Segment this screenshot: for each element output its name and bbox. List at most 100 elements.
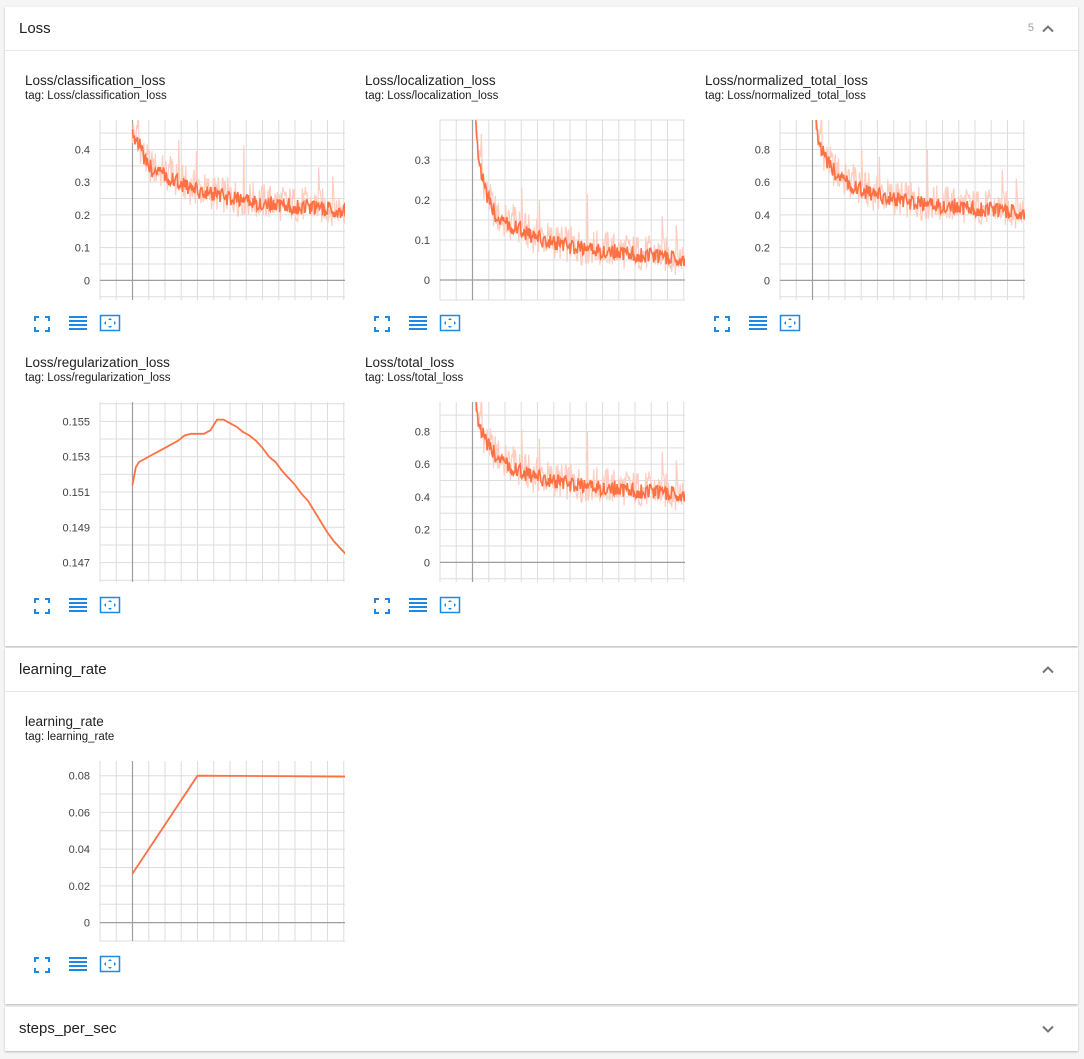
log-scale-icon[interactable] bbox=[747, 313, 769, 333]
chart-card: Loss/regularization_loss tag: Loss/regula… bbox=[5, 355, 345, 635]
tag-value: Loss/localization_loss bbox=[387, 90, 499, 102]
learning-rate-section-header[interactable]: learning_rate bbox=[5, 648, 1078, 692]
chart-title: Loss/total_loss bbox=[365, 355, 455, 370]
loss-section: Loss 5 Loss/classification_loss tag: Loss… bbox=[5, 7, 1078, 646]
section-title: learning_rate bbox=[19, 661, 107, 678]
y-tick-label: 0.153 bbox=[62, 452, 90, 464]
steps-per-sec-section-header[interactable]: steps_per_sec bbox=[5, 1007, 1078, 1051]
series-group bbox=[131, 774, 345, 875]
raw-series-line bbox=[475, 122, 685, 275]
tag-label: tag: bbox=[365, 90, 385, 102]
log-scale-icon[interactable] bbox=[67, 313, 89, 333]
chevron-up-icon[interactable] bbox=[1040, 21, 1056, 37]
tag-value: learning_rate bbox=[47, 731, 115, 743]
series-line bbox=[131, 774, 345, 875]
y-tick-label: 0.04 bbox=[69, 844, 90, 856]
chart-tag: tag: Loss/normalized_total_loss bbox=[705, 90, 866, 102]
line-chart[interactable]: 05001k1.5k2k2.5k3k00.10.20.30.4 bbox=[5, 105, 345, 305]
fullscreen-icon[interactable] bbox=[711, 313, 733, 333]
fullscreen-icon[interactable] bbox=[31, 954, 53, 974]
line-chart[interactable]: 05001k1.5k2k2.5k3k00.10.20.3 bbox=[345, 105, 685, 305]
tag-value: Loss/total_loss bbox=[387, 372, 464, 384]
series-group bbox=[475, 120, 685, 275]
tag-label: tag: bbox=[25, 731, 45, 743]
fit-domain-icon[interactable] bbox=[439, 595, 461, 615]
y-tick-label: 0 bbox=[84, 918, 90, 930]
fullscreen-icon[interactable] bbox=[31, 313, 53, 333]
y-tick-label: 0.8 bbox=[415, 426, 430, 438]
y-tick-label: 0.151 bbox=[62, 487, 90, 499]
line-chart[interactable]: 05001k1.5k2k2.5k3k0.1470.1490.1510.1530.… bbox=[5, 387, 345, 587]
chart-title: Loss/regularization_loss bbox=[25, 355, 170, 370]
y-tick-label: 0.1 bbox=[75, 243, 90, 255]
y-tick-label: 0.6 bbox=[415, 459, 430, 471]
log-scale-icon[interactable] bbox=[67, 954, 89, 974]
chart-tag: tag: Loss/regularization_loss bbox=[25, 372, 171, 384]
section-title: Loss bbox=[19, 20, 51, 37]
chart-card: Loss/normalized_total_loss tag: Loss/norm… bbox=[685, 73, 1025, 353]
fit-domain-icon[interactable] bbox=[99, 954, 121, 974]
y-tick-label: 0.147 bbox=[62, 558, 90, 570]
tag-label: tag: bbox=[25, 372, 45, 384]
fit-domain-icon[interactable] bbox=[779, 313, 801, 333]
y-tick-label: 0 bbox=[424, 557, 430, 569]
chart-title: Loss/normalized_total_loss bbox=[705, 73, 868, 88]
chart-card: learning_rate tag:learning_rate 05001k1.… bbox=[5, 714, 345, 994]
y-tick-label: 0.1 bbox=[415, 235, 430, 247]
log-scale-icon[interactable] bbox=[407, 595, 429, 615]
chart-card: Loss/total_loss tag:Loss/total_loss 0500… bbox=[345, 355, 685, 635]
log-scale-icon[interactable] bbox=[67, 595, 89, 615]
y-tick-label: 0.02 bbox=[69, 881, 90, 893]
y-tick-label: 0.3 bbox=[415, 155, 430, 167]
tag-value: Loss/classification_loss bbox=[47, 90, 167, 102]
y-tick-label: 0.6 bbox=[755, 177, 770, 189]
chart-count: 5 bbox=[1027, 22, 1034, 34]
chart-tag: tag: Loss/classification_loss bbox=[25, 90, 167, 102]
fit-domain-icon[interactable] bbox=[99, 313, 121, 333]
chevron-down-icon[interactable] bbox=[1040, 1021, 1056, 1037]
chevron-up-icon[interactable] bbox=[1040, 662, 1056, 678]
tag-label: tag: bbox=[705, 90, 725, 102]
y-tick-label: 0 bbox=[84, 275, 90, 287]
line-chart[interactable]: 05001k1.5k2k2.5k3k00.20.40.60.8 bbox=[685, 105, 1025, 305]
tag-label: tag: bbox=[25, 90, 45, 102]
fullscreen-icon[interactable] bbox=[371, 595, 393, 615]
y-tick-label: 0.3 bbox=[75, 177, 90, 189]
y-tick-label: 0.2 bbox=[755, 243, 770, 255]
log-scale-icon[interactable] bbox=[407, 313, 429, 333]
y-tick-label: 0.155 bbox=[62, 416, 90, 428]
smoothed-series-line bbox=[475, 120, 685, 266]
chart-card: Loss/classification_loss tag: Loss/classi… bbox=[5, 73, 345, 353]
fit-domain-icon[interactable] bbox=[99, 595, 121, 615]
chart-card: Loss/localization_loss tag: Loss/localiza… bbox=[345, 73, 685, 353]
line-chart[interactable]: 05001k1.5k2k2.5k3k00.20.40.60.8 bbox=[345, 387, 685, 587]
series-group bbox=[131, 418, 345, 555]
tag-value: Loss/normalized_total_loss bbox=[727, 90, 866, 102]
chart-tag: tag: learning_rate bbox=[25, 731, 114, 743]
y-tick-label: 0.2 bbox=[415, 525, 430, 537]
chart-title: Loss/localization_loss bbox=[365, 73, 496, 88]
y-tick-label: 0.4 bbox=[415, 492, 430, 504]
tag-label: tag: bbox=[365, 372, 385, 384]
series-group bbox=[475, 402, 685, 511]
fullscreen-icon[interactable] bbox=[31, 595, 53, 615]
series-group bbox=[815, 120, 1025, 229]
steps-per-sec-section: steps_per_sec bbox=[5, 1007, 1078, 1051]
y-tick-label: 0.06 bbox=[69, 807, 90, 819]
y-tick-label: 0.2 bbox=[415, 195, 430, 207]
loss-section-header[interactable]: Loss 5 bbox=[5, 7, 1078, 51]
series-line bbox=[131, 418, 345, 555]
fit-domain-icon[interactable] bbox=[439, 313, 461, 333]
y-tick-label: 0.08 bbox=[69, 771, 90, 783]
y-tick-label: 0.4 bbox=[75, 144, 90, 156]
y-tick-label: 0 bbox=[424, 275, 430, 287]
y-tick-label: 0.4 bbox=[755, 210, 770, 222]
line-chart[interactable]: 05001k1.5k2k2.5k3k00.020.040.060.08 bbox=[5, 746, 345, 946]
y-tick-label: 0.8 bbox=[755, 144, 770, 156]
y-tick-label: 0.149 bbox=[62, 522, 90, 534]
chart-tag: tag: Loss/total_loss bbox=[365, 372, 463, 384]
chart-tag: tag: Loss/localization_loss bbox=[365, 90, 498, 102]
y-tick-label: 0.2 bbox=[75, 210, 90, 222]
y-tick-label: 0 bbox=[764, 275, 770, 287]
fullscreen-icon[interactable] bbox=[371, 313, 393, 333]
